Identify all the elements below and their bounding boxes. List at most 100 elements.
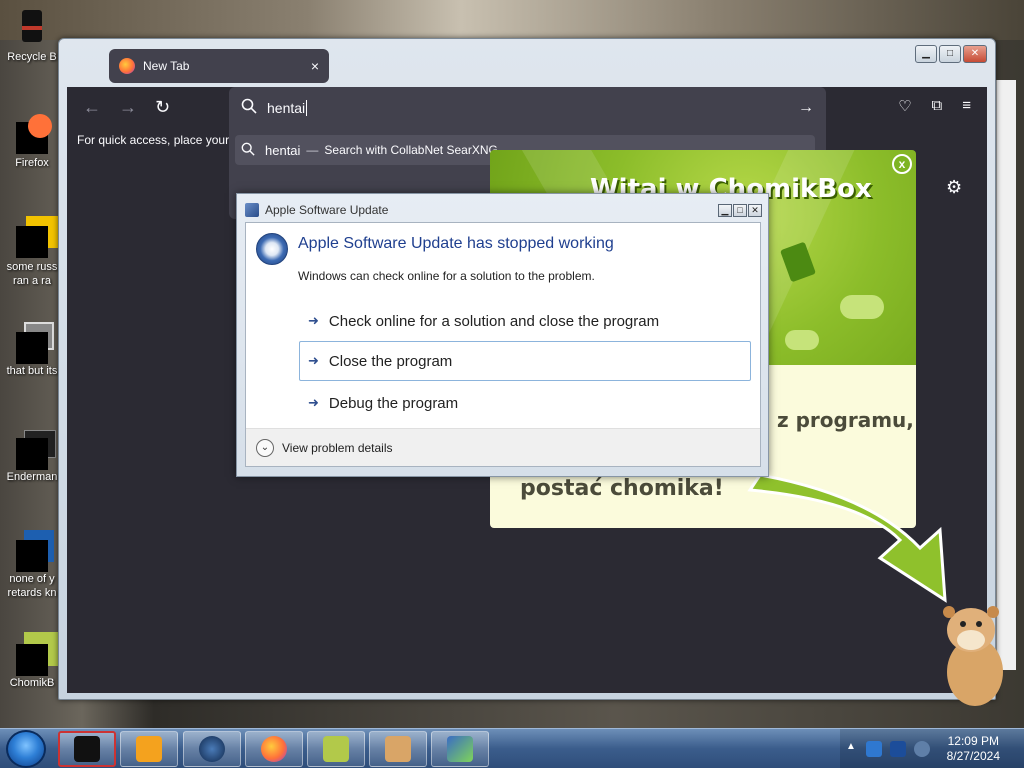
folder-stack-icon [12, 320, 54, 364]
hamster-mascot [943, 606, 1003, 706]
document-icon [12, 528, 54, 572]
firefox-titlebar[interactable]: New Tab × ▁ □ ✕ [59, 39, 995, 87]
media-player-icon [136, 736, 162, 762]
toolbar-right-icons: ♡ ⧉ ≡ [898, 97, 971, 115]
search-icon [241, 142, 255, 159]
dialog-titlebar[interactable]: Apple Software Update ▁ □ ✕ [245, 200, 762, 220]
close-button[interactable]: ✕ [748, 203, 762, 217]
cloud-icon [785, 330, 819, 350]
back-arrow-icon[interactable]: ← [83, 97, 101, 118]
maximize-button[interactable]: □ [733, 203, 747, 217]
software-update-icon [447, 736, 473, 762]
clock-time: 12:09 PM [947, 734, 999, 748]
app-icon [245, 203, 259, 217]
chevron-down-icon[interactable]: ⌄ [256, 438, 274, 457]
tray-expand-icon[interactable]: ▲ [846, 741, 856, 752]
start-button[interactable] [6, 730, 46, 768]
maximize-button[interactable]: □ [939, 45, 961, 63]
taskbar-item-globe[interactable] [183, 731, 241, 767]
tab-close-icon[interactable]: × [311, 58, 319, 74]
background-window-scrollbar[interactable] [996, 80, 1016, 670]
url-input-value[interactable]: hentai [267, 100, 305, 116]
minimize-button[interactable]: ▁ [915, 45, 937, 63]
go-arrow-icon[interactable]: → [798, 99, 814, 117]
close-button[interactable]: ✕ [963, 45, 987, 63]
option-close-program[interactable]: ➜ Close the program [299, 341, 751, 381]
desktop-icon-file-3[interactable]: none of y retards kn [0, 528, 64, 600]
desktop-icon-label: Enderman [6, 471, 58, 483]
tab-title: New Tab [143, 59, 190, 73]
search-icon [241, 98, 257, 118]
desktop-icon-label: some russ ran a ra [6, 261, 58, 287]
chomikbox-close-button[interactable]: x [892, 154, 912, 174]
firefox-icon [261, 736, 287, 762]
firefox-favicon-icon [119, 58, 135, 74]
recycle-bin-icon [12, 6, 52, 46]
network-tray-icon[interactable] [866, 741, 882, 757]
dialog-footer: ⌄ View problem details [246, 428, 760, 466]
dialog-body: Apple Software Update has stopped workin… [245, 222, 761, 467]
arrow-right-icon: ➜ [308, 353, 319, 368]
desktop-icon-label: none of y retards kn [7, 573, 57, 599]
wallpaper-top-band [0, 0, 1024, 40]
hamster-icon [385, 736, 411, 762]
error-dialog: Apple Software Update ▁ □ ✕ Apple Softwa… [236, 193, 769, 477]
taskbar-item-media[interactable] [120, 731, 178, 767]
taskbar-item-app1[interactable] [58, 731, 116, 767]
option-check-online[interactable]: ➜ Check online for a solution and close … [299, 301, 751, 341]
system-tray: ▲ 12:09 PM 8/27/2024 [840, 729, 1024, 768]
globe-icon [199, 736, 225, 762]
dialog-window-controls: ▁ □ ✕ [718, 203, 762, 217]
taskbar-item-update[interactable] [431, 731, 489, 767]
desktop-icon-enderman[interactable]: Enderman [0, 426, 64, 484]
firefox-icon [12, 112, 52, 154]
text-caret [306, 100, 308, 116]
dialog-heading: Apple Software Update has stopped workin… [298, 235, 614, 252]
app-icon [74, 736, 100, 762]
document-icon [12, 216, 58, 258]
pocket-icon[interactable]: ♡ [898, 97, 911, 115]
dialog-title: Apple Software Update [265, 203, 389, 217]
suggestion-action: Search with CollabNet SearXNG [324, 143, 498, 157]
dialog-subtext: Windows can check online for a solution … [298, 269, 595, 283]
desktop-icon-label: Firefox [15, 157, 49, 169]
bookmarks-hint: For quick access, place your b [77, 133, 240, 147]
option-label: Check online for a solution and close th… [328, 312, 660, 330]
option-label: Close the program [328, 352, 453, 370]
option-debug-program[interactable]: ➜ Debug the program [299, 383, 751, 423]
taskbar-item-chomikbox[interactable] [307, 731, 365, 767]
chomikbox-text-line2: postać chomika! [520, 476, 724, 501]
desktop-icon-label: Recycle B [7, 51, 57, 63]
display-tray-icon[interactable] [890, 741, 906, 757]
desktop-icon-firefox[interactable]: Firefox [0, 112, 64, 170]
taskbar-item-firefox[interactable] [245, 731, 303, 767]
menu-icon[interactable]: ≡ [962, 97, 971, 115]
view-details-link[interactable]: View problem details [282, 441, 393, 455]
settings-gear-icon[interactable]: ⚙ [946, 177, 962, 198]
desktop-icon-file-2[interactable]: that but its [0, 320, 64, 378]
tab-new-tab[interactable]: New Tab × [109, 49, 329, 83]
chomikbox-icon [12, 632, 58, 676]
arrow-right-icon: ➜ [308, 313, 319, 328]
arrow-right-icon: ➜ [308, 395, 319, 410]
volume-tray-icon[interactable] [914, 741, 930, 757]
taskbar: ▲ 12:09 PM 8/27/2024 [0, 728, 1024, 768]
taskbar-item-hamster[interactable] [369, 731, 427, 767]
apple-update-icon [256, 233, 288, 265]
desktop-icon-label: ChomikB [9, 677, 55, 689]
extensions-icon[interactable]: ⧉ [932, 97, 943, 115]
desktop-icon-chomikbox[interactable]: ChomikB [0, 632, 64, 690]
green-arrow-graphic [747, 473, 947, 603]
chomikbox-text-line1: z programu, [777, 408, 914, 432]
desktop-icon-file-1[interactable]: some russ ran a ra [0, 216, 64, 288]
taskbar-clock[interactable]: 12:09 PM 8/27/2024 [947, 734, 1000, 764]
minimize-button[interactable]: ▁ [718, 203, 732, 217]
window-controls: ▁ □ ✕ [915, 45, 987, 63]
suggestion-query: hentai [265, 142, 301, 158]
cloud-icon [840, 295, 884, 319]
chomikbox-icon [323, 736, 349, 762]
reload-icon[interactable]: ↻ [155, 97, 170, 118]
url-bar[interactable]: hentai → [229, 87, 826, 129]
forward-arrow-icon[interactable]: → [119, 97, 137, 118]
desktop-icon-recycle-bin[interactable]: Recycle B [0, 6, 64, 64]
